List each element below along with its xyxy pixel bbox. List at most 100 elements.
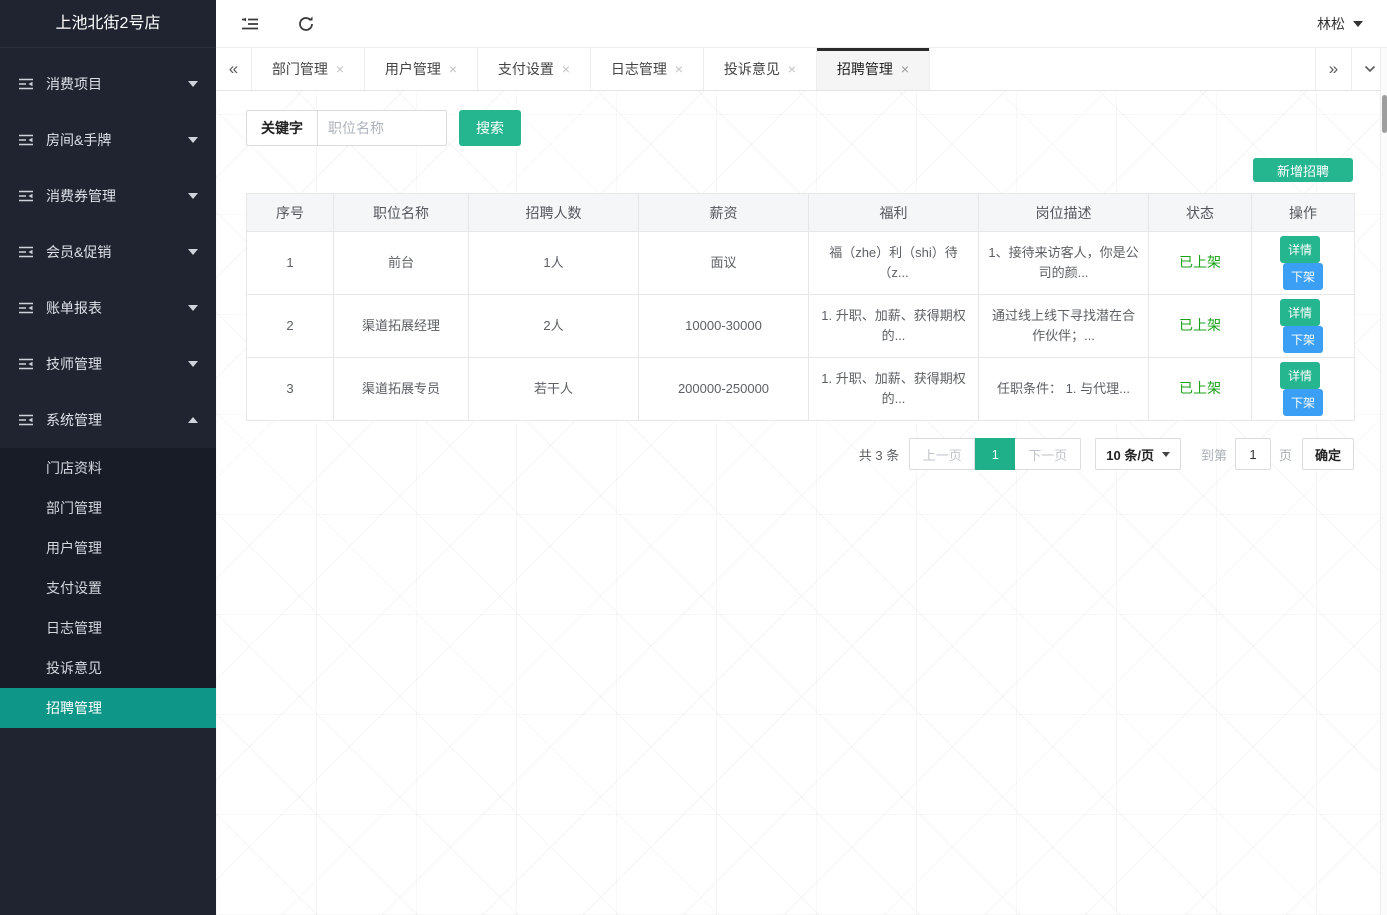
store-title: 上池北街2号店 xyxy=(0,0,216,48)
status-badge: 已上架 xyxy=(1179,380,1221,396)
sidebar-item-consume-project[interactable]: 消费项目 xyxy=(0,56,216,112)
detail-button[interactable]: 详情 xyxy=(1280,362,1320,389)
cell-title: 前台 xyxy=(334,232,469,295)
page-size-select[interactable]: 10 条/页 xyxy=(1095,438,1181,470)
sidebar-item-label: 系统管理 xyxy=(46,410,188,430)
menu-list-icon xyxy=(18,300,34,316)
search-row: 关键字 搜索 xyxy=(246,110,1353,146)
menu-list-icon xyxy=(18,76,34,92)
scrollbar-thumb[interactable] xyxy=(1382,95,1387,133)
sidebar-item-label: 消费券管理 xyxy=(46,186,188,206)
close-icon[interactable]: × xyxy=(336,61,344,77)
chevron-down-icon xyxy=(1162,452,1170,457)
table-header-row: 序号 职位名称 招聘人数 薪资 福利 岗位描述 状态 操作 xyxy=(247,194,1355,232)
sidebar-item-technicians[interactable]: 技师管理 xyxy=(0,336,216,392)
submenu-item-users[interactable]: 用户管理 xyxy=(0,528,216,568)
col-header-index: 序号 xyxy=(247,194,334,232)
close-icon[interactable]: × xyxy=(788,61,796,77)
col-header-count: 招聘人数 xyxy=(469,194,639,232)
submenu-item-recruitment[interactable]: 招聘管理 xyxy=(0,688,216,728)
search-group: 关键字 xyxy=(246,110,447,146)
goto-page-input[interactable] xyxy=(1235,438,1271,470)
goto-page-suffix-label: 页 xyxy=(1279,445,1292,464)
tab-departments[interactable]: 部门管理 × xyxy=(252,48,365,90)
sidebar-item-coupons[interactable]: 消费券管理 xyxy=(0,168,216,224)
add-row: 新增招聘 xyxy=(246,158,1353,182)
submenu-item-departments[interactable]: 部门管理 xyxy=(0,488,216,528)
submenu-item-logs[interactable]: 日志管理 xyxy=(0,608,216,648)
cell-salary: 200000-250000 xyxy=(639,358,809,421)
table-row: 2 渠道拓展经理 2人 10000-30000 1. 升职、加薪、获得期权的..… xyxy=(247,295,1355,358)
sidebar-item-system[interactable]: 系统管理 xyxy=(0,392,216,448)
tab-label: 投诉意见 xyxy=(724,59,780,79)
close-icon[interactable]: × xyxy=(675,61,683,77)
confirm-page-button[interactable]: 确定 xyxy=(1302,438,1354,470)
status-badge: 已上架 xyxy=(1179,254,1221,270)
cell-welfare: 1. 升职、加薪、获得期权的... xyxy=(809,295,979,358)
chevron-down-icon xyxy=(188,137,198,143)
submenu-item-complaints[interactable]: 投诉意见 xyxy=(0,648,216,688)
cell-welfare: 1. 升职、加薪、获得期权的... xyxy=(809,358,979,421)
next-page-button[interactable]: 下一页 xyxy=(1015,438,1081,470)
collapse-sidebar-icon[interactable] xyxy=(240,14,260,34)
tab-logs[interactable]: 日志管理 × xyxy=(591,48,704,90)
menu-list-icon xyxy=(18,188,34,204)
sidebar-menu: 消费项目 房间&手牌 消费券管理 会员&促销 账单报表 xyxy=(0,48,216,728)
chevron-down-icon xyxy=(1353,21,1363,27)
take-down-button[interactable]: 下架 xyxy=(1283,326,1323,353)
sidebar-item-label: 房间&手牌 xyxy=(46,130,188,150)
user-menu[interactable]: 林松 xyxy=(1317,14,1363,34)
detail-button[interactable]: 详情 xyxy=(1280,236,1320,263)
recruitment-table: 序号 职位名称 招聘人数 薪资 福利 岗位描述 状态 操作 1 前台 1人 xyxy=(246,193,1355,421)
pagination: 共 3 条 上一页 1 下一页 10 条/页 到第 页 确定 xyxy=(246,438,1354,470)
table-row: 1 前台 1人 面议 福（zhe）利（shi）待（z... 1、接待来访客人，你… xyxy=(247,232,1355,295)
page-size-value: 10 条/页 xyxy=(1106,445,1154,464)
status-badge: 已上架 xyxy=(1179,317,1221,333)
tab-label: 日志管理 xyxy=(611,59,667,79)
detail-button[interactable]: 详情 xyxy=(1280,299,1320,326)
cell-description: 通过线上线下寻找潜在合作伙伴；... xyxy=(979,295,1149,358)
add-recruitment-button[interactable]: 新增招聘 xyxy=(1253,158,1353,182)
sidebar-item-members[interactable]: 会员&促销 xyxy=(0,224,216,280)
chevron-down-icon xyxy=(1363,62,1377,76)
close-icon[interactable]: × xyxy=(901,61,909,77)
tab-recruitment[interactable]: 招聘管理 × xyxy=(817,48,930,90)
chevron-down-icon xyxy=(188,361,198,367)
tab-users[interactable]: 用户管理 × xyxy=(365,48,478,90)
prev-page-button[interactable]: 上一页 xyxy=(909,438,975,470)
close-icon[interactable]: × xyxy=(562,61,570,77)
tabs-scroll-left-button[interactable]: « xyxy=(216,48,252,90)
chevron-down-icon xyxy=(188,81,198,87)
col-header-title: 职位名称 xyxy=(334,194,469,232)
cell-welfare: 福（zhe）利（shi）待（z... xyxy=(809,232,979,295)
chevron-down-icon xyxy=(188,249,198,255)
cell-title: 渠道拓展专员 xyxy=(334,358,469,421)
submenu-item-store-info[interactable]: 门店资料 xyxy=(0,448,216,488)
take-down-button[interactable]: 下架 xyxy=(1283,389,1323,416)
chevron-down-icon xyxy=(188,193,198,199)
take-down-button[interactable]: 下架 xyxy=(1283,263,1323,290)
search-button[interactable]: 搜索 xyxy=(459,110,521,146)
col-header-description: 岗位描述 xyxy=(979,194,1149,232)
sidebar-item-rooms[interactable]: 房间&手牌 xyxy=(0,112,216,168)
user-name: 林松 xyxy=(1317,14,1345,34)
close-icon[interactable]: × xyxy=(449,61,457,77)
cell-salary: 10000-30000 xyxy=(639,295,809,358)
tabs-scroll-right-button[interactable]: » xyxy=(1315,48,1351,90)
tab-complaints[interactable]: 投诉意见 × xyxy=(704,48,817,90)
page-number-button[interactable]: 1 xyxy=(975,438,1015,470)
search-input[interactable] xyxy=(317,110,447,146)
sidebar: 上池北街2号店 消费项目 房间&手牌 消费券管理 会员&促销 xyxy=(0,0,216,915)
col-header-status: 状态 xyxy=(1149,194,1252,232)
sidebar-item-label: 技师管理 xyxy=(46,354,188,374)
tab-payment[interactable]: 支付设置 × xyxy=(478,48,591,90)
sidebar-item-label: 会员&促销 xyxy=(46,242,188,262)
vertical-scrollbar[interactable] xyxy=(1380,48,1387,915)
refresh-icon[interactable] xyxy=(296,14,316,34)
submenu-item-payment[interactable]: 支付设置 xyxy=(0,568,216,608)
cell-title: 渠道拓展经理 xyxy=(334,295,469,358)
sidebar-item-label: 消费项目 xyxy=(46,74,188,94)
tabs: 部门管理 × 用户管理 × 支付设置 × 日志管理 × 投诉意见 × xyxy=(252,48,930,90)
main-panel: 林松 « 部门管理 × 用户管理 × 支付设置 × xyxy=(216,0,1387,915)
sidebar-item-bills[interactable]: 账单报表 xyxy=(0,280,216,336)
